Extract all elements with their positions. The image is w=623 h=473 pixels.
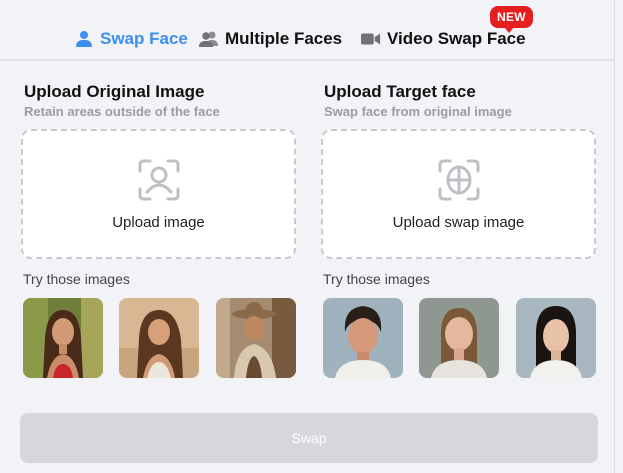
face-scan-icon bbox=[138, 159, 179, 200]
sample-original-1[interactable] bbox=[23, 298, 103, 378]
people-icon bbox=[199, 29, 219, 49]
face-outline-scan-icon bbox=[438, 159, 479, 200]
upload-original-dropzone[interactable]: Upload image bbox=[21, 129, 296, 259]
original-title: Upload Original Image bbox=[24, 82, 205, 101]
original-try-label: Try those images bbox=[23, 271, 130, 287]
video-camera-icon bbox=[361, 29, 381, 49]
original-subtitle: Retain areas outside of the face bbox=[24, 104, 220, 119]
target-subtitle: Swap face from original image bbox=[324, 104, 512, 119]
tab-multiple-faces-label: Multiple Faces bbox=[225, 29, 343, 48]
swap-button[interactable]: Swap bbox=[20, 413, 598, 463]
tab-video-swap-face[interactable]: Video Swap Face bbox=[361, 27, 526, 51]
tab-swap-face[interactable]: Swap Face bbox=[74, 27, 188, 51]
upload-target-label: Upload swap image bbox=[392, 213, 525, 231]
sample-target-1[interactable] bbox=[323, 298, 403, 378]
target-try-label: Try those images bbox=[323, 271, 430, 287]
tab-swap-face-label: Swap Face bbox=[100, 29, 188, 48]
tab-multiple-faces[interactable]: Multiple Faces bbox=[199, 27, 342, 51]
new-badge: NEW bbox=[490, 6, 533, 33]
sample-original-2[interactable] bbox=[119, 298, 199, 378]
person-icon bbox=[74, 29, 94, 49]
sample-original-3[interactable] bbox=[216, 298, 296, 378]
target-title: Upload Target face bbox=[324, 82, 476, 101]
upload-target-dropzone[interactable]: Upload swap image bbox=[321, 129, 596, 259]
sample-target-3[interactable] bbox=[516, 298, 596, 378]
sample-target-2[interactable] bbox=[419, 298, 499, 378]
tab-bar: Swap Face Multiple Faces Video Swap Face… bbox=[0, 0, 615, 61]
upload-original-label: Upload image bbox=[112, 213, 205, 231]
